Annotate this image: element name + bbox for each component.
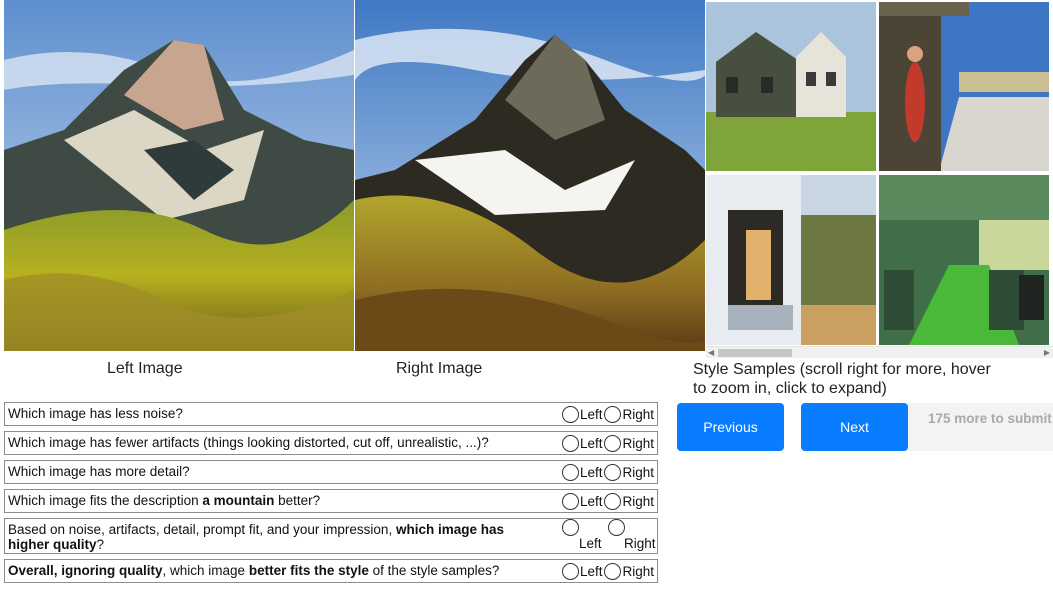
radio-left[interactable] <box>561 464 579 481</box>
question-text: Based on noise, artifacts, detail, promp… <box>8 522 504 552</box>
question-row: Which image has less noise? Left Right <box>4 402 658 426</box>
style-samples-caption: Style Samples (scroll right for more, ho… <box>693 361 991 397</box>
question-text: Which image has less noise? <box>8 406 183 421</box>
radio-right[interactable] <box>604 563 622 580</box>
submit-remaining-button: 175 more to submit <box>908 403 1053 451</box>
question-row: Overall, ignoring quality, which image b… <box>4 559 658 583</box>
radio-right[interactable] <box>608 519 625 536</box>
answer-left[interactable]: Left <box>561 406 605 423</box>
right-image <box>355 0 705 351</box>
previous-button[interactable]: Previous <box>677 403 784 451</box>
radio-left[interactable] <box>562 519 579 536</box>
answer-right[interactable]: Right <box>604 493 656 510</box>
answer-left[interactable]: Left <box>561 435 605 452</box>
radio-left[interactable] <box>561 406 579 423</box>
question-text: Which image has fewer artifacts (things … <box>8 435 489 450</box>
style-sample-house[interactable] <box>706 2 876 171</box>
style-samples-scrollbar[interactable]: ◀ ▶ <box>706 346 1053 358</box>
answer-right[interactable]: Right <box>604 406 656 423</box>
style-sample-woman-doorway[interactable] <box>879 2 1049 171</box>
radio-right[interactable] <box>604 435 622 452</box>
answer-right[interactable]: Right <box>604 435 656 452</box>
answer-left[interactable]: Left <box>561 563 605 580</box>
answer-left[interactable]: Left <box>561 493 605 510</box>
answer-right[interactable]: Right <box>604 464 656 481</box>
radio-left[interactable] <box>561 493 579 510</box>
scrollbar-thumb[interactable] <box>718 349 792 357</box>
question-text: Overall, ignoring quality, which image b… <box>8 563 500 578</box>
question-list: Which image has less noise? Left Right W… <box>4 402 658 588</box>
scroll-right-arrow-icon[interactable]: ▶ <box>1044 348 1050 358</box>
style-sample-train-interior[interactable] <box>879 175 1049 345</box>
radio-right[interactable] <box>604 493 622 510</box>
right-image-caption: Right Image <box>396 360 483 377</box>
radio-left[interactable] <box>561 563 579 580</box>
radio-right[interactable] <box>604 464 622 481</box>
left-image-caption: Left Image <box>107 360 183 377</box>
style-samples-gallery[interactable]: ◀ ▶ <box>706 0 1053 360</box>
question-text: Which image has more detail? <box>8 464 190 479</box>
radio-left[interactable] <box>561 435 579 452</box>
question-row: Which image fits the description a mount… <box>4 489 658 513</box>
left-image <box>4 0 354 351</box>
question-row: Which image has more detail? Left Right <box>4 460 658 484</box>
answer-left[interactable]: Left <box>561 464 605 481</box>
answer-left[interactable]: Left <box>562 519 608 553</box>
question-row: Based on noise, artifacts, detail, promp… <box>4 518 658 554</box>
next-button[interactable]: Next <box>801 403 908 451</box>
question-text: Which image fits the description a mount… <box>8 493 321 508</box>
answer-right[interactable]: Right <box>604 563 656 580</box>
question-row: Which image has fewer artifacts (things … <box>4 431 658 455</box>
style-sample-window-figure[interactable] <box>706 175 876 345</box>
answer-right[interactable]: Right <box>608 519 656 553</box>
radio-right[interactable] <box>604 406 622 423</box>
scroll-left-arrow-icon[interactable]: ◀ <box>708 348 714 358</box>
